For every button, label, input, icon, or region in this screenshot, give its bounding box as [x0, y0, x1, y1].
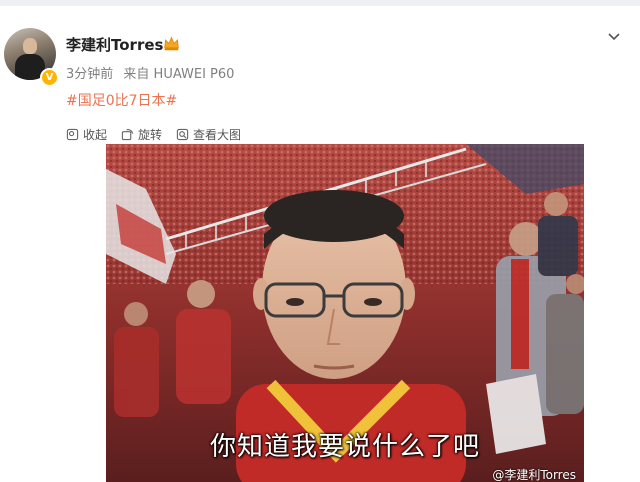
- post-source: 来自 HUAWEI P60: [123, 67, 235, 82]
- rotate-icon: [121, 129, 134, 141]
- image-watermark: @李建利Torres: [492, 468, 576, 482]
- rotate-label: 旋转: [138, 128, 163, 142]
- rotate-button[interactable]: 旋转: [121, 126, 162, 143]
- post-time[interactable]: 3分钟前: [66, 67, 113, 82]
- image-caption: 你知道我要说什么了吧: [209, 432, 480, 462]
- image-actions-bar: 收起 旋转 查看大图: [66, 126, 241, 143]
- chevron-down-icon[interactable]: [606, 28, 622, 44]
- hashtag-link[interactable]: #国足0比7日本#: [66, 90, 177, 110]
- weibo-post-card: V 李建利Torres 3分钟前 来自 HUAWEI P60 #国足0比7日本#…: [0, 6, 640, 482]
- crown-badge-icon: [164, 36, 179, 51]
- collapse-button[interactable]: 收起: [66, 126, 107, 143]
- post-meta: 3分钟前 来自 HUAWEI P60: [66, 63, 234, 82]
- username[interactable]: 李建利Torres: [66, 34, 163, 55]
- verified-badge-icon: V: [40, 68, 59, 87]
- zoom-icon: [176, 128, 189, 141]
- avatar-head: [23, 38, 37, 54]
- collapse-label: 收起: [83, 128, 108, 142]
- view-large-label: 查看大图: [193, 128, 242, 142]
- collapse-icon: [66, 128, 79, 141]
- post-image[interactable]: 你知道我要说什么了吧 @李建利Torres: [106, 144, 584, 482]
- view-large-button[interactable]: 查看大图: [176, 126, 241, 143]
